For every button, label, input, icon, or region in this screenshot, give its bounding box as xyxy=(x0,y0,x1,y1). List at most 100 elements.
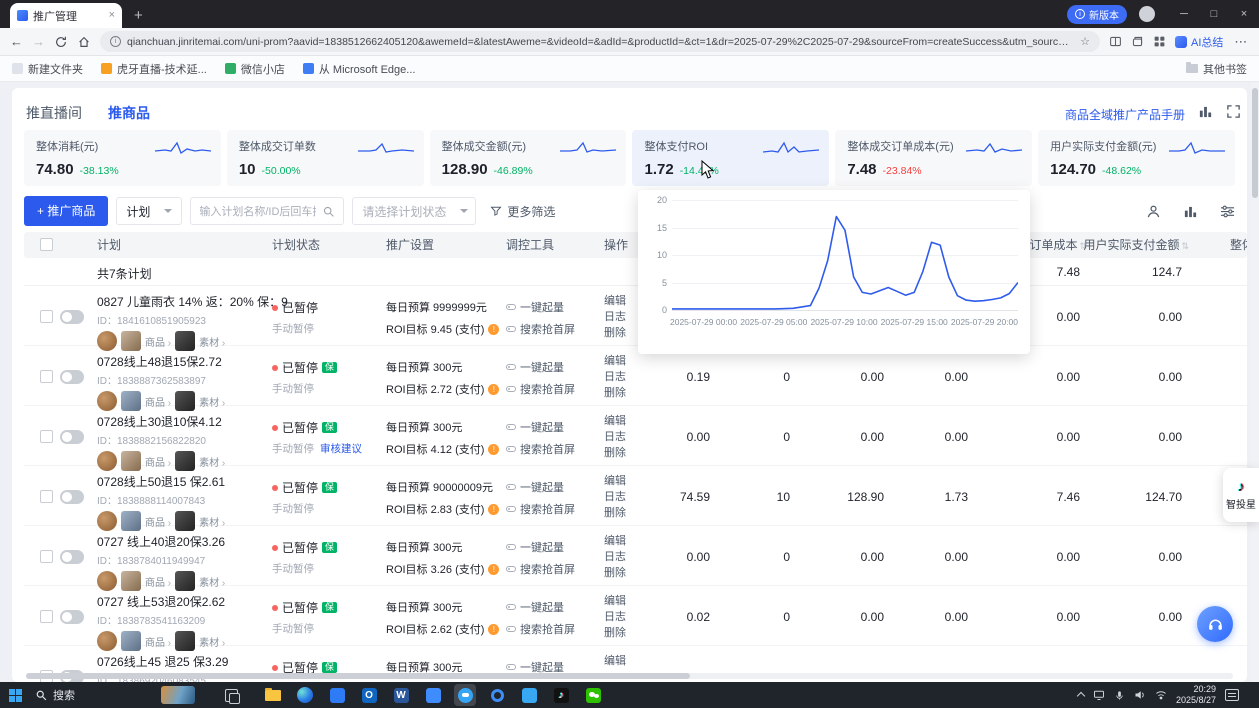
log-link[interactable]: 日志 xyxy=(604,549,626,565)
speaker-icon[interactable] xyxy=(1134,689,1146,701)
one-key-boost-label[interactable]: 一键起量 xyxy=(520,539,564,555)
header-user-paid[interactable]: 用户实际支付金额⇅ xyxy=(1083,232,1189,259)
tab-live-room[interactable]: 推直播间 xyxy=(26,103,82,123)
delete-link[interactable]: 删除 xyxy=(604,445,626,461)
plan-title[interactable]: 0727 线上40退20保3.26 xyxy=(97,533,289,550)
taskbar-clock[interactable]: 20:29 2025/8/27 xyxy=(1176,684,1216,707)
metric-card-consumption[interactable]: 整体消耗(元) 74.80-38.13% xyxy=(24,130,221,186)
edit-link[interactable]: 编辑 xyxy=(604,653,626,669)
bookmark-item[interactable]: 虎牙直播-技术延... xyxy=(101,61,207,77)
log-link[interactable]: 日志 xyxy=(604,489,626,505)
more-filters-button[interactable]: 更多筛选 xyxy=(490,203,555,220)
promotion-manual-link[interactable]: 商品全域推广产品手册 xyxy=(1065,106,1185,123)
file-explorer-icon[interactable] xyxy=(262,684,284,706)
plan-enable-toggle[interactable] xyxy=(60,490,84,504)
search-icon[interactable] xyxy=(322,205,335,218)
ai-summary-button[interactable]: AI总结 xyxy=(1175,34,1223,50)
one-key-boost-label[interactable]: 一键起量 xyxy=(520,419,564,435)
warning-icon[interactable]: ! xyxy=(488,384,499,395)
row-checkbox[interactable] xyxy=(40,310,53,323)
plan-title[interactable]: 0827 儿童雨衣 14% 返：20% 保：9.92 xyxy=(97,293,289,310)
douyin-icon[interactable] xyxy=(550,684,572,706)
edit-link[interactable]: 编辑 xyxy=(604,593,626,609)
status-filter-select[interactable]: 请选择计划状态 xyxy=(352,197,476,225)
mic-icon[interactable] xyxy=(1114,690,1125,701)
header-tools[interactable]: 调控工具 xyxy=(506,232,554,258)
header-plan[interactable]: 计划 xyxy=(97,232,121,258)
settings-sliders-icon[interactable] xyxy=(1220,204,1235,219)
plan-enable-toggle[interactable] xyxy=(60,610,84,624)
search-top-screen-label[interactable]: 搜索抢首屏 xyxy=(520,321,575,337)
delete-link[interactable]: 删除 xyxy=(604,505,626,521)
plan-enable-toggle[interactable] xyxy=(60,370,84,384)
new-version-badge[interactable]: i 新版本 xyxy=(1067,5,1127,24)
search-top-screen-label[interactable]: 搜索抢首屏 xyxy=(520,501,575,517)
forward-icon[interactable]: → xyxy=(32,34,45,49)
bookmark-item[interactable]: 从 Microsoft Edge... xyxy=(303,61,416,77)
url-bar[interactable]: i qianchuan.jinritemai.com/uni-prom?aavi… xyxy=(100,31,1100,52)
delete-link[interactable]: 删除 xyxy=(604,565,626,581)
metric-card-gmv[interactable]: 整体成交金额(元) 128.90-46.89% xyxy=(430,130,627,186)
delete-link[interactable]: 删除 xyxy=(604,625,626,641)
customer-service-button[interactable] xyxy=(1197,606,1233,642)
warning-icon[interactable]: ! xyxy=(488,564,499,575)
close-button[interactable]: × xyxy=(1229,0,1259,28)
split-screen-icon[interactable] xyxy=(1109,35,1122,48)
one-key-boost-label[interactable]: 一键起量 xyxy=(520,299,564,315)
site-info-icon[interactable]: i xyxy=(110,36,121,47)
scrollbar-thumb[interactable] xyxy=(1252,88,1258,198)
notification-center-icon[interactable] xyxy=(1225,689,1239,701)
refresh-icon[interactable] xyxy=(54,35,68,49)
plan-search-input[interactable]: 输入计划名称/ID后回车搜索 xyxy=(190,197,344,225)
extensions-icon[interactable] xyxy=(1153,35,1166,48)
monitor-icon[interactable] xyxy=(1093,689,1105,701)
plan-enable-toggle[interactable] xyxy=(60,310,84,324)
lightblue-app-icon[interactable] xyxy=(518,684,540,706)
favorite-star-icon[interactable]: ☆ xyxy=(1080,35,1090,48)
metric-card-user-paid[interactable]: 用户实际支付金额(元) 124.70-48.62% xyxy=(1038,130,1235,186)
warning-icon[interactable]: ! xyxy=(488,324,499,335)
warning-icon[interactable]: ! xyxy=(488,504,499,515)
bookmark-item[interactable]: 新建文件夹 xyxy=(12,61,83,77)
network-icon[interactable] xyxy=(1155,689,1167,701)
review-suggestion-link[interactable]: 审核建议 xyxy=(320,441,362,456)
browser-tab[interactable]: 推广管理 × xyxy=(10,3,122,28)
sort-icon[interactable]: ⇅ xyxy=(1181,241,1189,251)
teal-app-icon[interactable] xyxy=(422,684,444,706)
outlook-icon[interactable]: O xyxy=(358,684,380,706)
metric-card-cost-per-order[interactable]: 整体成交订单成本(元) 7.48-23.84% xyxy=(835,130,1032,186)
scope-select[interactable]: 计划 xyxy=(116,197,182,225)
row-checkbox[interactable] xyxy=(40,370,53,383)
zhitouxing-assistant-widget[interactable]: ♪ 智投星 xyxy=(1223,468,1259,522)
browser-ring-app-icon[interactable] xyxy=(486,684,508,706)
blue-app-icon[interactable] xyxy=(326,684,348,706)
collections-icon[interactable] xyxy=(1131,35,1144,48)
edit-link[interactable]: 编辑 xyxy=(604,473,626,489)
row-checkbox[interactable] xyxy=(40,550,53,563)
active-chat-app-icon[interactable] xyxy=(454,684,476,706)
warning-icon[interactable]: ! xyxy=(488,444,499,455)
plan-title[interactable]: 0726线上45 退25 保3.29 xyxy=(97,653,289,670)
header-ops[interactable]: 操作 xyxy=(604,232,628,258)
new-tab-button[interactable]: + xyxy=(134,7,143,24)
row-checkbox[interactable] xyxy=(40,430,53,443)
start-button[interactable] xyxy=(9,689,22,702)
metric-card-orders[interactable]: 整体成交订单数 10-50.00% xyxy=(227,130,424,186)
search-top-screen-label[interactable]: 搜索抢首屏 xyxy=(520,381,575,397)
search-top-screen-label[interactable]: 搜索抢首屏 xyxy=(520,621,575,637)
plan-enable-toggle[interactable] xyxy=(60,550,84,564)
plan-title[interactable]: 0728线上48退15保2.72 xyxy=(97,353,289,370)
add-promotion-button[interactable]: + 推广商品 xyxy=(24,196,108,226)
tab-close-icon[interactable]: × xyxy=(109,10,115,21)
one-key-boost-label[interactable]: 一键起量 xyxy=(520,599,564,615)
plan-enable-toggle[interactable] xyxy=(60,430,84,444)
maximize-button[interactable]: □ xyxy=(1199,0,1229,28)
header-settings[interactable]: 推广设置 xyxy=(386,232,434,258)
hidden-icons-chevron[interactable] xyxy=(1077,692,1085,700)
edit-link[interactable]: 编辑 xyxy=(604,413,626,429)
plan-title[interactable]: 0727 线上53退20保2.62 xyxy=(97,593,289,610)
header-status[interactable]: 计划状态 xyxy=(272,232,320,258)
fullscreen-icon[interactable] xyxy=(1226,104,1241,124)
edit-link[interactable]: 编辑 xyxy=(604,293,626,309)
search-highlight-image[interactable] xyxy=(161,686,195,704)
